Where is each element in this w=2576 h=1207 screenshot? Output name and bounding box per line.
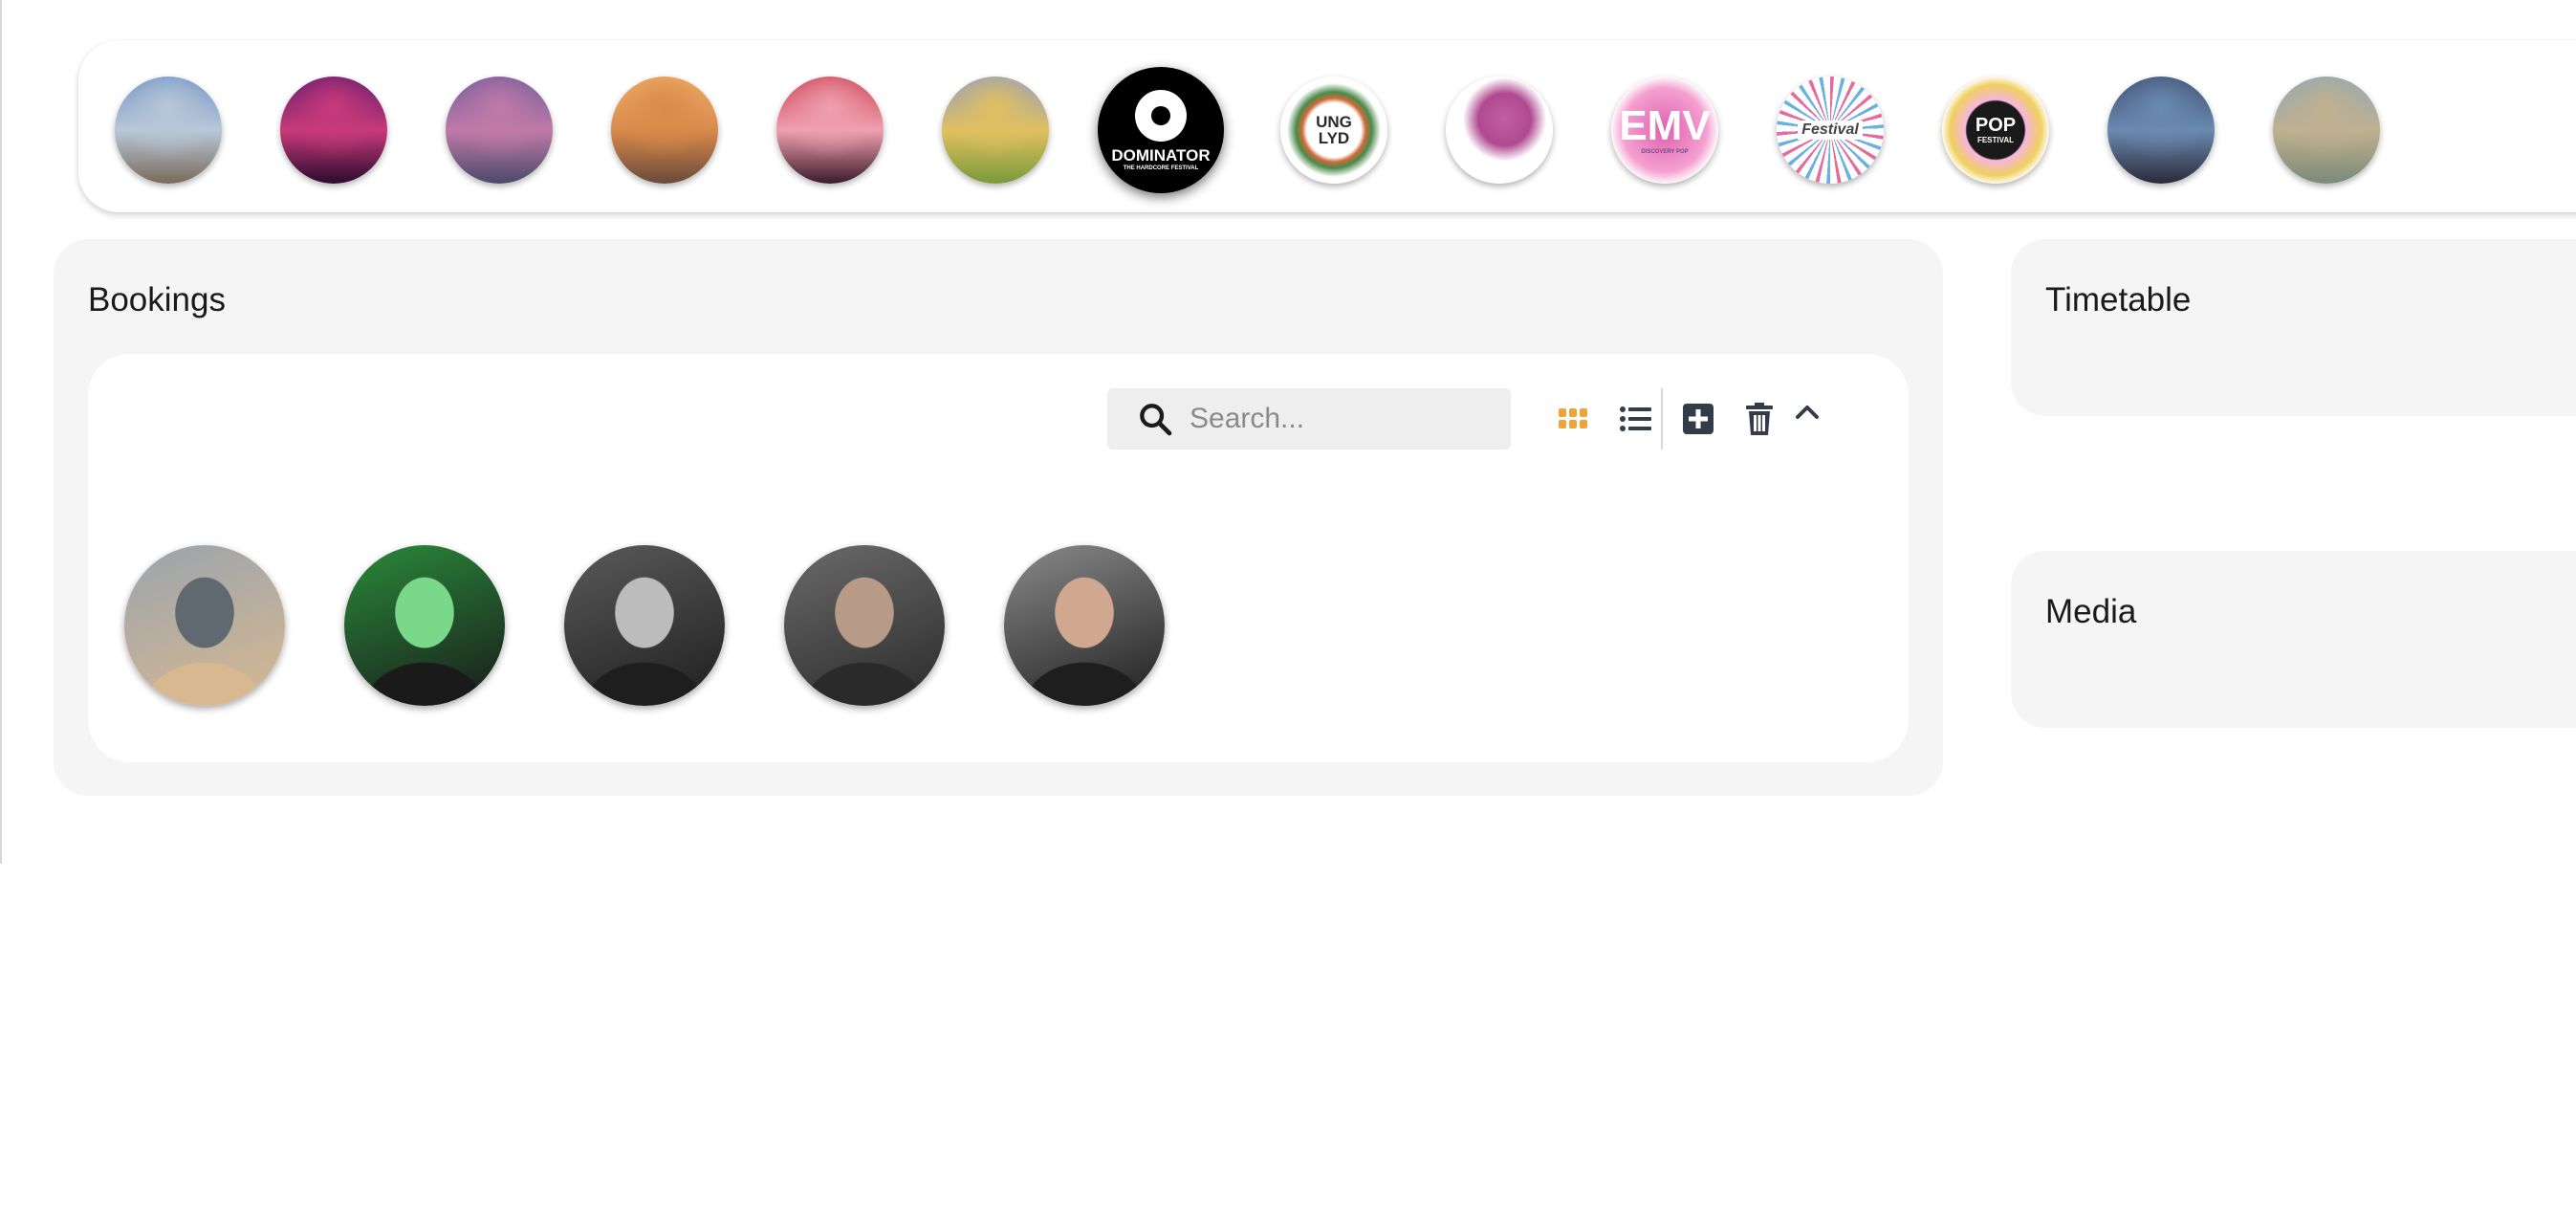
- timetable-panel: Timetable: [2011, 239, 2576, 416]
- festival-pop-logo-subtext: FESTIVAL: [1976, 136, 2015, 144]
- timetable-title: Timetable: [2045, 281, 2192, 318]
- artist-masked-green[interactable]: [344, 545, 505, 706]
- search-box[interactable]: [1107, 388, 1511, 450]
- chevron-up-icon: [1796, 406, 1819, 419]
- list-view-icon: [1620, 406, 1651, 431]
- list-view-button[interactable]: [1614, 398, 1656, 440]
- festival-photo-crowd-purple[interactable]: [446, 77, 553, 184]
- festival-festival-logo-text: Festival: [1798, 121, 1863, 140]
- window-left-edge: [0, 0, 2, 864]
- bookings-panel: Bookings: [54, 239, 1943, 796]
- festival-photo-sunset[interactable]: [611, 77, 718, 184]
- festival-photo-red-lights[interactable]: [776, 77, 884, 184]
- festival-selector-bar: DOMINATOR THE HARDCORE FESTIVAL UNG LYD EMV…: [78, 40, 2576, 212]
- festival-emv-logo-subtext: DISCOVERY POP: [1641, 149, 1689, 155]
- festival-ung-lyd-logo-text: UNG LYD: [1316, 113, 1352, 147]
- festival-festival[interactable]: Festival: [1777, 77, 1884, 184]
- artist-headphones-man[interactable]: [1004, 545, 1165, 706]
- festival-dominator-logo-text: DOMINATOR: [1111, 145, 1211, 165]
- delete-button[interactable]: [1738, 398, 1780, 440]
- grid-view-button[interactable]: [1552, 398, 1594, 440]
- festival-dominator[interactable]: DOMINATOR THE HARDCORE FESTIVAL: [1098, 67, 1224, 193]
- bookings-card: [88, 354, 1909, 762]
- festival-purple-brain[interactable]: [1446, 77, 1553, 184]
- dominator-emblem-icon: [1134, 89, 1187, 142]
- bookings-title: Bookings: [88, 281, 226, 318]
- artist-hooded-mask[interactable]: [564, 545, 725, 706]
- festival-dominator-logo-subtext: THE HARDCORE FESTIVAL: [1123, 165, 1199, 171]
- festival-photo-stage[interactable]: [115, 77, 222, 184]
- collapse-button[interactable]: [1786, 390, 1828, 432]
- festival-photo-night-dome[interactable]: [2107, 77, 2215, 184]
- search-icon: [1140, 404, 1172, 436]
- search-input[interactable]: [1188, 402, 1507, 436]
- festival-photo-castle[interactable]: [942, 77, 1049, 184]
- artist-screaming-man[interactable]: [784, 545, 945, 706]
- grid-view-icon: [1559, 408, 1587, 428]
- festival-ung-lyd[interactable]: UNG LYD: [1280, 77, 1387, 184]
- add-button[interactable]: [1677, 398, 1719, 440]
- festival-emv[interactable]: EMV DISCOVERY POP: [1611, 77, 1718, 184]
- media-title: Media: [2045, 593, 2137, 630]
- add-icon: [1683, 404, 1714, 434]
- festival-pop[interactable]: POP FESTIVAL: [1942, 77, 2049, 184]
- media-panel: Media: [2011, 551, 2576, 728]
- festival-photo-lasers[interactable]: [280, 77, 387, 184]
- festival-emv-logo-text: EMV: [1619, 102, 1711, 149]
- toolbar-divider: [1661, 388, 1663, 450]
- festival-pop-logo-text: POP: [1975, 115, 2017, 136]
- artist-woman-blonde[interactable]: [124, 545, 285, 706]
- festival-photo-crowd-day[interactable]: [2273, 77, 2380, 184]
- delete-icon: [1746, 403, 1773, 435]
